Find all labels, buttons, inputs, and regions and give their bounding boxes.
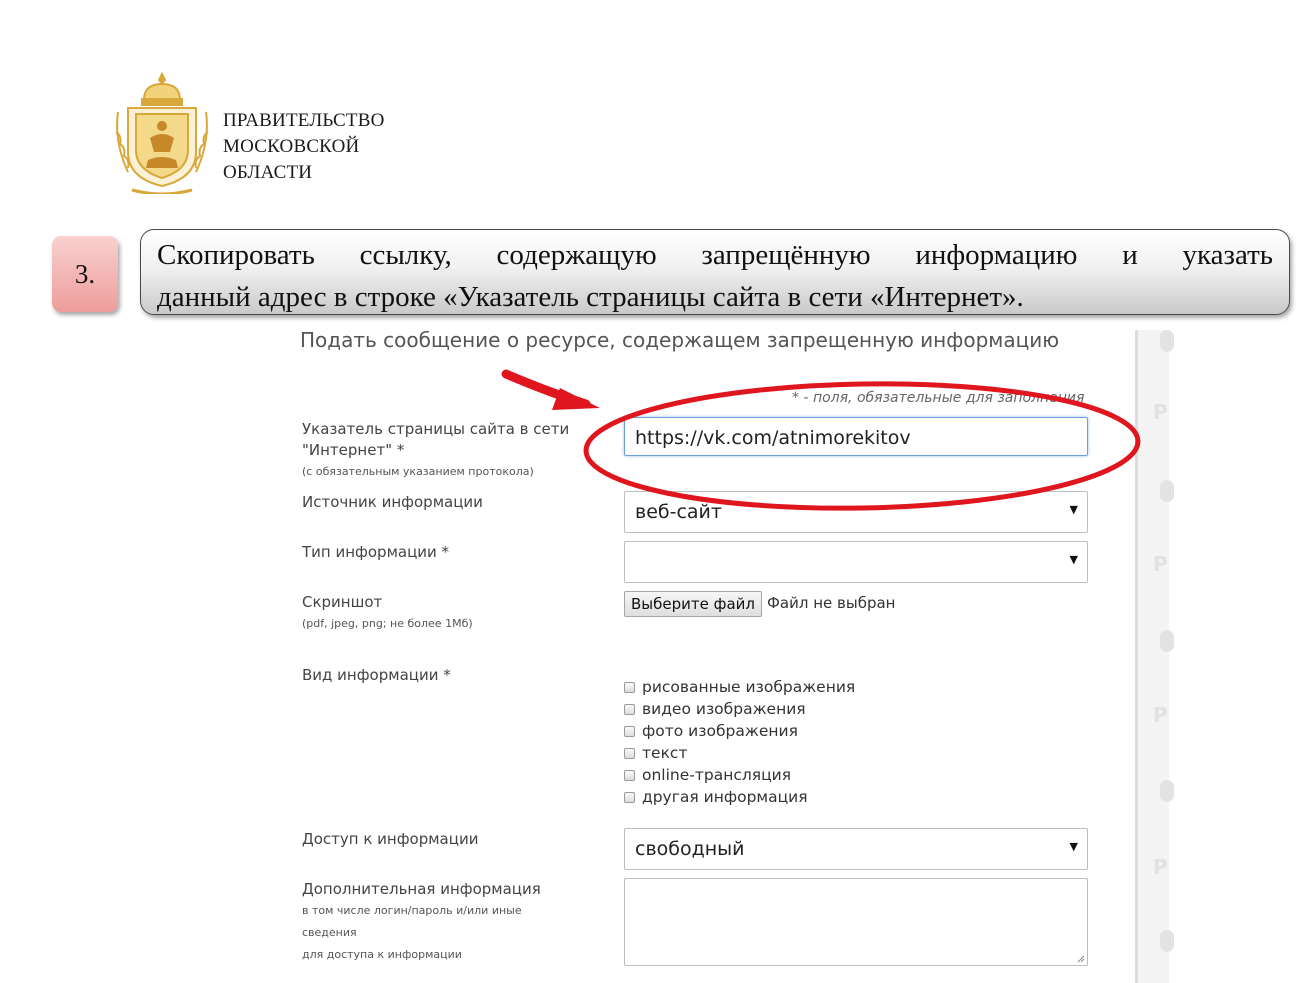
screenshot-hint: (pdf, jpeg, png; не более 1Мб) (302, 617, 473, 630)
step-instruction-line2: данный адрес в строке «Указатель страниц… (157, 281, 1024, 313)
url-label-line2: "Интернет" * (302, 441, 405, 459)
resize-handle-icon[interactable] (1076, 954, 1085, 963)
checkbox[interactable] (624, 725, 635, 737)
info-kind-option[interactable]: фото изображения (624, 721, 798, 741)
access-select[interactable]: свободный ▼ (624, 828, 1088, 870)
page-side-rail-border (1135, 330, 1138, 983)
info-kind-option[interactable]: рисованные изображения (624, 677, 855, 697)
info-kind-label: Вид информации * (302, 666, 451, 684)
option-label: online-трансляция (642, 766, 792, 784)
government-title-line: МОСКОВСКОЙ (223, 136, 360, 157)
checkbox[interactable] (624, 747, 635, 759)
form-title: Подать сообщение о ресурсе, содержащем з… (300, 328, 1060, 352)
extra-info-textarea[interactable] (624, 878, 1088, 966)
url-field-hint: (с обязательным указанием протокола) (302, 465, 534, 478)
extra-info-hint: в том числе логин/пароль и/или иные (302, 904, 522, 917)
option-label: видео изображения (642, 700, 806, 718)
file-status: Файл не выбран (767, 594, 896, 612)
url-field-label: Указатель страницы сайта в сети "Интерне… (302, 419, 569, 483)
info-kind-option[interactable]: текст (624, 743, 687, 763)
source-label: Источник информации (302, 493, 483, 511)
rail-decoration (1160, 630, 1174, 652)
access-label: Доступ к информации (302, 830, 479, 848)
url-input[interactable]: https://vk.com/atnimorekitov (624, 417, 1088, 456)
info-kind-option[interactable]: online-трансляция (624, 765, 791, 785)
rail-decoration (1160, 480, 1174, 502)
checkbox[interactable] (624, 681, 635, 693)
required-fields-note: * - поля, обязательные для заполнения (792, 390, 1085, 406)
rail-decoration (1160, 330, 1174, 352)
instruction-word: указать (1182, 239, 1273, 271)
rail-decoration: P (1153, 703, 1168, 727)
extra-info-label: Дополнительная информация в том числе ло… (302, 879, 541, 966)
government-title-line: ПРАВИТЕЛЬСТВО (223, 110, 385, 131)
option-label: рисованные изображения (642, 678, 856, 696)
triangle-down-icon: ▼ (1069, 553, 1078, 566)
checkbox[interactable] (624, 769, 635, 781)
info-type-select[interactable]: ▼ (624, 541, 1088, 583)
url-label-line1: Указатель страницы сайта в сети (302, 420, 570, 438)
source-select-value: веб-сайт (635, 501, 722, 523)
government-title-line: ОБЛАСТИ (223, 162, 313, 183)
instruction-word: ссылку, (359, 239, 452, 271)
instruction-word: содержащую (496, 239, 657, 271)
option-label: фото изображения (642, 722, 798, 740)
checkbox[interactable] (624, 703, 635, 715)
triangle-down-icon: ▼ (1069, 840, 1078, 853)
access-select-value: свободный (635, 838, 745, 860)
rail-decoration (1160, 780, 1174, 802)
instruction-word: запрещённую (701, 239, 871, 271)
coat-of-arms-icon (115, 72, 209, 194)
choose-file-button[interactable]: Выберите файл (624, 591, 762, 617)
extra-info-label-text: Дополнительная информация (302, 880, 541, 898)
government-title: ПРАВИТЕЛЬСТВО МОСКОВСКОЙ ОБЛАСТИ (223, 108, 385, 186)
rail-decoration: P (1153, 855, 1168, 879)
instruction-word: информацию (915, 239, 1078, 271)
instruction-word: Скопировать (157, 239, 315, 271)
info-type-label: Тип информации * (302, 543, 450, 561)
step-instruction-line1: Скопировать ссылку, содержащую запрещённ… (157, 234, 1273, 276)
source-select[interactable]: веб-сайт ▼ (624, 491, 1088, 533)
option-label: другая информация (642, 788, 808, 806)
checkbox[interactable] (624, 791, 635, 803)
instruction-word: и (1122, 239, 1138, 271)
triangle-down-icon: ▼ (1069, 503, 1078, 516)
step-instruction: Скопировать ссылку, содержащую запрещённ… (140, 229, 1290, 315)
step-number-badge: 3. (52, 236, 118, 312)
info-kind-option[interactable]: другая информация (624, 787, 808, 807)
screenshot-label: Скриншот (pdf, jpeg, png; не более 1Мб) (302, 592, 473, 635)
extra-info-hint: для доступа к информации (302, 948, 462, 961)
rail-decoration: P (1153, 400, 1168, 424)
rail-decoration: P (1153, 552, 1168, 576)
page-side-rail (1135, 330, 1169, 983)
rail-decoration (1160, 930, 1174, 952)
extra-info-hint: сведения (302, 926, 357, 939)
info-kind-option[interactable]: видео изображения (624, 699, 806, 719)
option-label: текст (642, 744, 688, 762)
screenshot-label-text: Скриншот (302, 593, 383, 611)
